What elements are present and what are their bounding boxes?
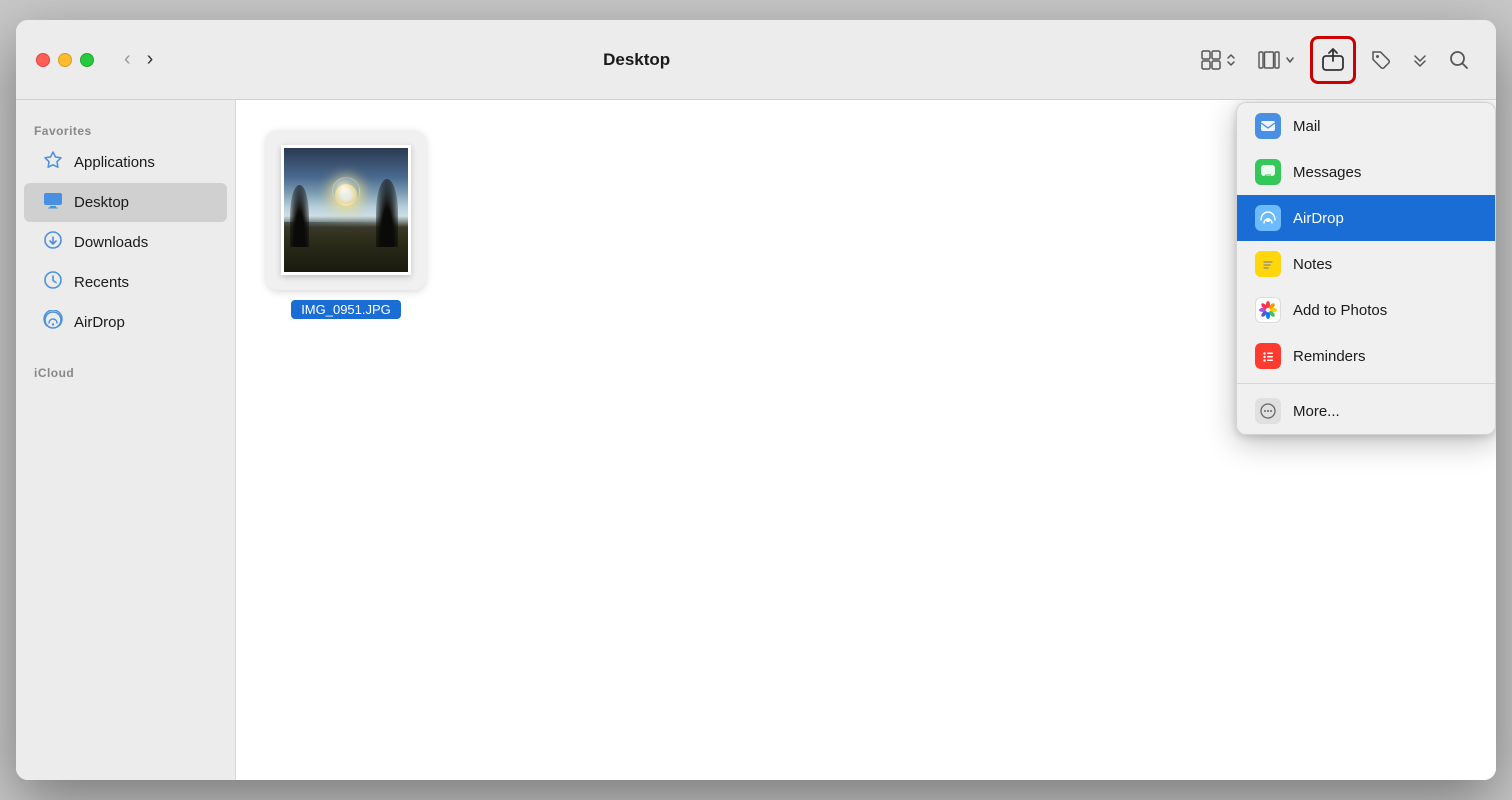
menu-divider xyxy=(1237,383,1495,384)
menu-item-messages[interactable]: Messages xyxy=(1237,149,1495,195)
sidebar-item-applications[interactable]: Applications xyxy=(24,143,227,182)
toolbar-right xyxy=(1194,36,1476,84)
search-icon xyxy=(1448,49,1470,71)
view-icon-button[interactable] xyxy=(1194,43,1244,77)
file-thumbnail xyxy=(266,130,426,290)
mail-label: Mail xyxy=(1293,118,1321,135)
photo-slide xyxy=(281,145,411,275)
mail-icon xyxy=(1255,113,1281,139)
tag-button[interactable] xyxy=(1364,43,1398,77)
icloud-label: iCloud xyxy=(16,358,235,384)
sidebar-item-downloads[interactable]: Downloads xyxy=(24,223,227,262)
sidebar-item-desktop[interactable]: Desktop xyxy=(24,183,227,222)
menu-item-mail[interactable]: Mail xyxy=(1237,103,1495,149)
photos-icon xyxy=(1255,297,1281,323)
photo-image xyxy=(284,148,408,272)
photos-label: Add to Photos xyxy=(1293,302,1387,319)
finder-window: ‹ › Desktop xyxy=(16,20,1496,780)
file-label: IMG_0951.JPG xyxy=(291,300,401,319)
menu-item-photos[interactable]: Add to Photos xyxy=(1237,287,1495,333)
tag-icon xyxy=(1370,49,1392,71)
chevron-down-small-icon xyxy=(1284,54,1296,66)
applications-label: Applications xyxy=(74,154,155,171)
notes-label: Notes xyxy=(1293,256,1332,273)
window-title: Desktop xyxy=(95,50,1178,70)
main-content: Favorites Applications xyxy=(16,100,1496,780)
recents-icon xyxy=(42,270,64,295)
grid-view-icon xyxy=(1200,49,1222,71)
double-chevron-icon xyxy=(1412,52,1428,68)
desktop-label: Desktop xyxy=(74,194,129,211)
reminders-icon xyxy=(1255,343,1281,369)
recents-label: Recents xyxy=(74,274,129,291)
sidebar-item-recents[interactable]: Recents xyxy=(24,263,227,302)
more-toolbar-button[interactable] xyxy=(1406,46,1434,74)
sidebar-item-airdrop[interactable]: AirDrop xyxy=(24,303,227,342)
content-area: IMG_0951.JPG Mail xyxy=(236,100,1496,780)
airdrop-menu-label: AirDrop xyxy=(1293,210,1344,227)
search-button[interactable] xyxy=(1442,43,1476,77)
applications-icon xyxy=(42,150,64,175)
menu-item-notes[interactable]: Notes xyxy=(1237,241,1495,287)
sidebar: Favorites Applications xyxy=(16,100,236,780)
airdrop-menu-icon xyxy=(1255,205,1281,231)
messages-icon xyxy=(1255,159,1281,185)
chevron-updown-icon xyxy=(1224,53,1238,67)
more-icon xyxy=(1255,398,1281,424)
reminders-label: Reminders xyxy=(1293,348,1366,365)
menu-item-more[interactable]: More... xyxy=(1237,388,1495,434)
file-item[interactable]: IMG_0951.JPG xyxy=(266,130,426,319)
favorites-label: Favorites xyxy=(16,116,235,142)
menu-item-airdrop[interactable]: AirDrop xyxy=(1237,195,1495,241)
downloads-label: Downloads xyxy=(74,234,148,251)
notes-icon xyxy=(1255,251,1281,277)
downloads-icon xyxy=(42,230,64,255)
airdrop-sidebar-icon xyxy=(42,310,64,335)
more-label: More... xyxy=(1293,403,1340,420)
gallery-view-icon xyxy=(1258,49,1280,71)
maximize-button[interactable] xyxy=(80,53,94,67)
airdrop-label: AirDrop xyxy=(74,314,125,331)
messages-label: Messages xyxy=(1293,164,1361,181)
gallery-view-button[interactable] xyxy=(1252,43,1302,77)
desktop-icon xyxy=(42,190,64,215)
traffic-lights xyxy=(36,53,94,67)
minimize-button[interactable] xyxy=(58,53,72,67)
share-icon xyxy=(1322,48,1344,72)
share-button-highlight xyxy=(1310,36,1356,84)
close-button[interactable] xyxy=(36,53,50,67)
share-dropdown-menu: Mail Messages xyxy=(1236,102,1496,435)
share-button[interactable] xyxy=(1316,42,1350,78)
titlebar: ‹ › Desktop xyxy=(16,20,1496,100)
menu-item-reminders[interactable]: Reminders xyxy=(1237,333,1495,379)
